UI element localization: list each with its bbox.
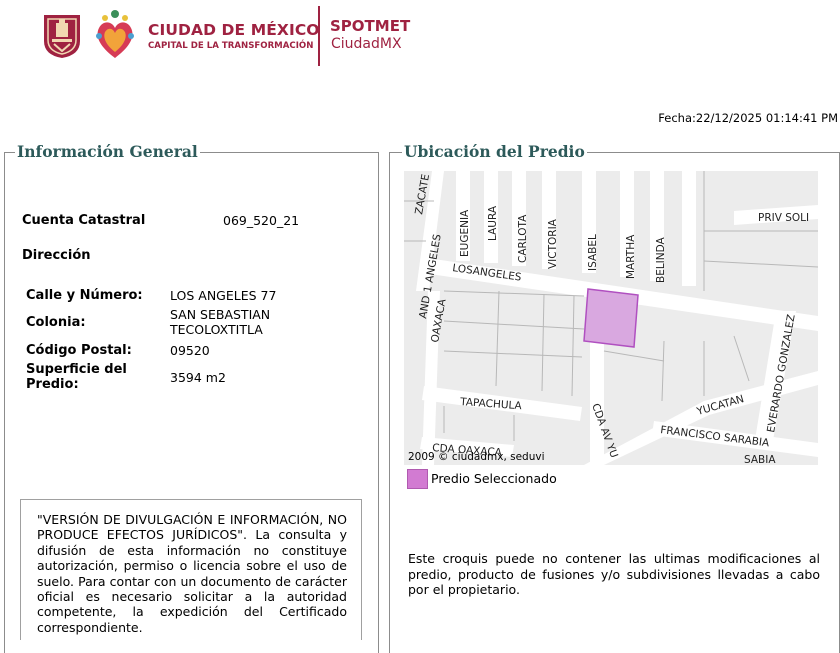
calle-label: Calle y Número:: [26, 288, 143, 303]
predio-seleccionado-label: Predio Seleccionado: [431, 471, 557, 486]
street-victoria: VICTORIA: [547, 218, 559, 269]
street-belinda: BELINDA: [655, 236, 667, 283]
superficie-label-line2: Predio:: [26, 377, 79, 392]
app-title: SPOTMET: [330, 17, 411, 35]
street-sabia: SABIA: [744, 454, 776, 465]
codigo-postal-value: 09520: [170, 343, 210, 358]
street-martha: MARTHA: [625, 234, 637, 279]
colonia-value-line2: TECOLOXTITLA: [170, 322, 263, 337]
map-copyright: 2009 © ciudadmx, seduvi: [408, 451, 545, 463]
street-laura: LAURA: [487, 205, 499, 241]
cuenta-catastral-value: 069_520_21: [223, 213, 300, 228]
cuenta-catastral-label: Cuenta Catastral: [22, 213, 146, 228]
colonia-label: Colonia:: [26, 315, 86, 330]
street-priv-sol: PRIV SOLI: [758, 212, 809, 224]
street-eugenia: EUGENIA: [459, 209, 471, 257]
ubicacion-title: Ubicación del Predio: [402, 142, 587, 161]
predio-seleccionado-swatch: [407, 469, 428, 489]
superficie-value: 3594 m2: [170, 370, 226, 385]
brand-title: CIUDAD DE MÉXICO: [148, 21, 320, 39]
superficie-label-line1: Superficie del: [26, 362, 127, 377]
brand-subtitle: CAPITAL DE LA TRANSFORMACIÓN: [148, 41, 314, 51]
disclaimer-text: "VERSIÓN DE DIVULGACIÓN E INFORMACIÓN, N…: [37, 512, 347, 635]
street-isabel: ISABEL: [587, 234, 599, 271]
codigo-postal-label: Código Postal:: [26, 343, 132, 358]
timestamp: Fecha:22/12/2025 01:14:41 PM: [658, 111, 838, 125]
direccion-label: Dirección: [22, 248, 91, 263]
cdmx-crest-icon: [42, 13, 82, 59]
street-carlota: CARLOTA: [517, 214, 529, 263]
selected-parcel: [583, 288, 639, 348]
croquis-note: Este croquis puede no contener las ultim…: [408, 551, 820, 598]
colonia-value-line1: SAN SEBASTIAN: [170, 307, 271, 322]
map-view[interactable]: ZACATE AND 1 ANGELES EUGENIA LAURA CARLO…: [404, 171, 818, 465]
header-divider: [318, 6, 320, 66]
superficie-label: Superficie del Predio:: [26, 362, 127, 392]
calle-value: LOS ANGELES 77: [170, 288, 277, 303]
info-general-title: Información General: [15, 142, 200, 161]
app-subtitle: CiudadMX: [331, 36, 402, 52]
heart-emblem-icon: [93, 6, 137, 62]
